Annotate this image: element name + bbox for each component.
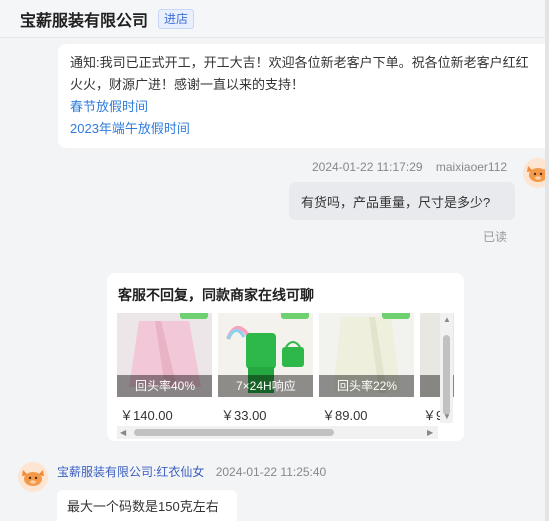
product-badge: 回头率40%	[117, 375, 212, 397]
vertical-scroll-thumb[interactable]	[443, 335, 450, 415]
shop-avatar-icon[interactable]	[18, 462, 48, 492]
arrow-down-icon[interactable]: ▼	[443, 410, 451, 423]
horizontal-scroll-thumb[interactable]	[134, 429, 334, 436]
spring-festival-link[interactable]: 春节放假时间	[70, 96, 537, 118]
outgoing-meta: 2024-01-22 11:17:29 maixiaoer112	[312, 160, 507, 174]
read-status: 已读	[483, 230, 508, 244]
cream-skirt-image: 回头率22%	[319, 313, 414, 397]
horizontal-scrollbar[interactable]: ◀ ▶	[117, 426, 438, 439]
incoming-meta: 宝薪服装有限公司:红衣仙女 2024-01-22 11:25:40	[57, 463, 326, 480]
dragon-boat-link[interactable]: 2023年端午放假时间	[70, 118, 537, 140]
product-card[interactable]: 7×24H响应	[218, 313, 313, 397]
outgoing-message: 有货吗，产品重量，尺寸是多少?	[289, 182, 515, 220]
incoming-message: 最大一个码数是150克左右	[57, 490, 237, 521]
product-card[interactable]: 回头率22%	[319, 313, 414, 397]
page-scrollbar[interactable]	[545, 0, 549, 521]
shop-notice: 通知:我司已正式开工，开工大吉！欢迎各位新老客户下单。祝各位新老客户红红火火，财…	[58, 44, 549, 148]
product-price: ￥140.00	[120, 408, 173, 423]
shop-name: 宝薪服装有限公司	[20, 12, 149, 30]
product-badge: 回头率22%	[319, 375, 414, 397]
shop-mascot-icon	[22, 470, 44, 486]
product-strip: 回头率40% 7×24H响应 回头率22%	[117, 313, 454, 397]
green-set-image: 7×24H响应	[218, 313, 313, 397]
incoming-timestamp: 2024-01-22 11:25:40	[215, 465, 327, 479]
arrow-up-icon[interactable]: ▲	[443, 313, 451, 326]
product-card[interactable]: 回头率40%	[117, 313, 212, 397]
enter-shop-button[interactable]: 进店	[158, 8, 195, 29]
arrow-right-icon[interactable]: ▶	[427, 426, 433, 439]
chat-header: 宝薪服装有限公司 进店	[0, 0, 549, 38]
recommend-card: 客服不回复，同款商家在线可聊 回头率40% 7×24H响应 回头率22% ￥14…	[107, 273, 464, 441]
notice-text: 通知:我司已正式开工，开工大吉！欢迎各位新老客户下单。祝各位新老客户红红火火，财…	[70, 55, 529, 92]
arrow-left-icon[interactable]: ◀	[120, 426, 126, 439]
sender-name[interactable]: 宝薪服装有限公司:红衣仙女	[57, 465, 204, 479]
product-price: ￥33.00	[221, 408, 267, 423]
product-price: ￥89.00	[322, 408, 368, 423]
pink-skirt-image: 回头率40%	[117, 313, 212, 397]
vertical-scrollbar[interactable]: ▲ ▼	[440, 313, 453, 423]
recommend-title: 客服不回复，同款商家在线可聊	[118, 287, 314, 303]
product-badge: 7×24H响应	[218, 375, 313, 397]
outgoing-user: maixiaoer112	[435, 160, 508, 174]
outgoing-timestamp: 2024-01-22 11:17:29	[312, 160, 423, 174]
